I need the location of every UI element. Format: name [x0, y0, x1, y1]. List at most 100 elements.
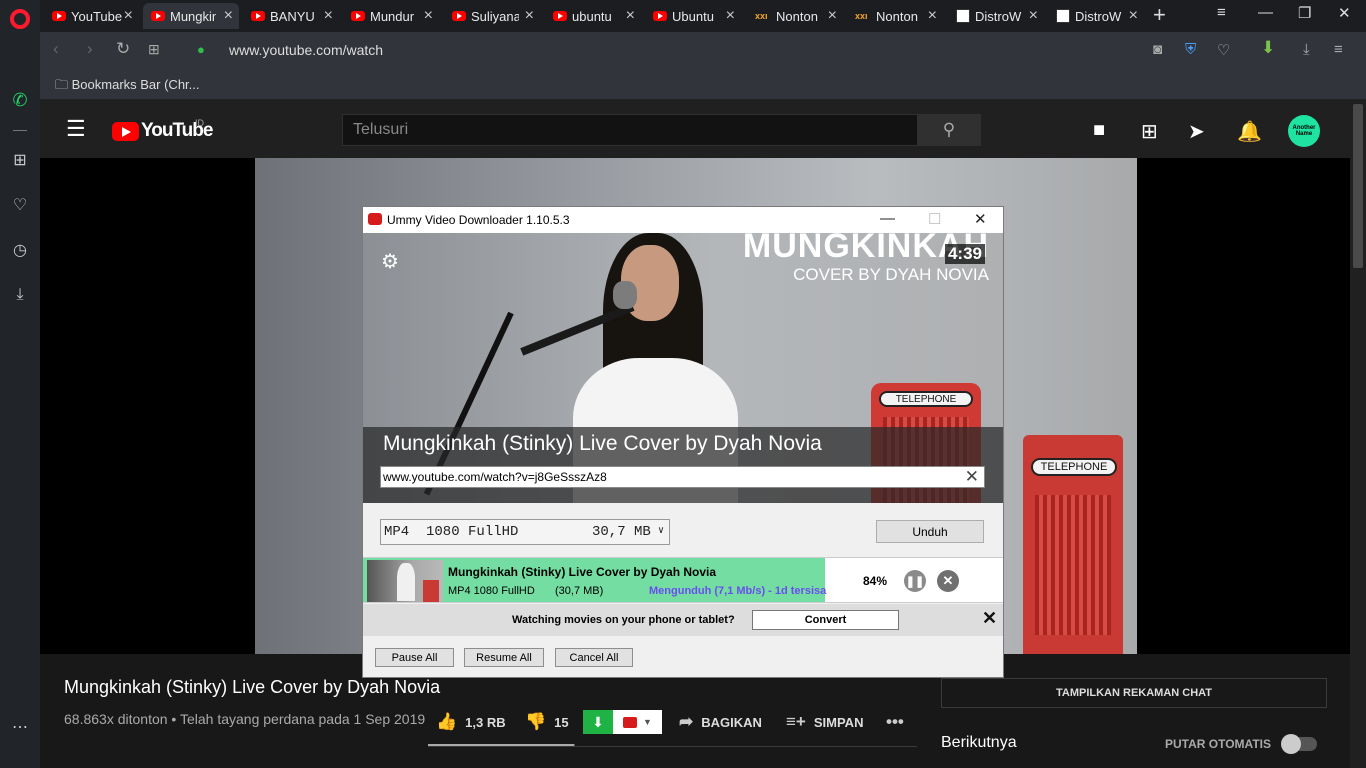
close-icon[interactable]: ×	[224, 7, 233, 25]
heart-icon[interactable]: ♡	[8, 193, 32, 217]
forward-icon[interactable]: ›	[87, 39, 93, 59]
close-icon[interactable]: ×	[1129, 7, 1138, 25]
page-scrollbar-thumb[interactable]	[1353, 104, 1363, 268]
show-chat-replay-button[interactable]: TAMPILKAN REKAMAN CHAT	[941, 678, 1327, 708]
resume-all-button[interactable]: Resume All	[464, 648, 544, 667]
settings-gear-icon[interactable]: ⚙	[381, 249, 399, 274]
ummy-download-button[interactable]: ⬇	[583, 710, 613, 734]
tab-mungkinkah[interactable]: Mungkin ×	[143, 3, 239, 29]
create-video-icon[interactable]: ■	[1093, 119, 1105, 142]
tab-nonton[interactable]: xxı Nonton ×	[747, 3, 843, 29]
speed-dial-icon[interactable]: ⊞	[8, 148, 32, 172]
close-icon[interactable]: ×	[928, 7, 937, 25]
downloads-icon[interactable]: ⤓	[1303, 41, 1310, 58]
youtube-icon	[553, 11, 567, 21]
youtube-icon	[351, 11, 365, 21]
url-input-value: www.youtube.com/watch?v=j8GeSsszAz8	[383, 470, 607, 484]
close-window-icon[interactable]: ✕	[1338, 4, 1351, 22]
promo-bar: Watching movies on your phone or tablet?…	[363, 604, 1003, 636]
close-icon[interactable]: ×	[424, 7, 433, 25]
reload-icon[interactable]: ↻	[116, 39, 130, 59]
convert-button[interactable]: Convert	[752, 610, 899, 630]
tab-mundur[interactable]: Mundur ×	[343, 3, 439, 29]
opera-logo[interactable]	[10, 9, 30, 29]
close-icon[interactable]: ×	[525, 7, 534, 25]
more-icon[interactable]: ⋯	[8, 715, 32, 739]
history-icon[interactable]: ◷	[8, 238, 32, 262]
chevron-down-icon: ∨	[657, 526, 664, 537]
like-ratio-fill	[428, 744, 574, 746]
restore-icon[interactable]: ❐	[1298, 4, 1311, 22]
dislike-button[interactable]: 👎 15	[525, 712, 569, 732]
messages-icon[interactable]: ➤	[1188, 119, 1205, 144]
close-icon[interactable]: ×	[324, 7, 333, 25]
back-icon[interactable]: ‹	[53, 39, 59, 59]
hamburger-menu-icon[interactable]: ☰	[66, 116, 86, 142]
close-icon[interactable]: ×	[626, 7, 635, 25]
url-input[interactable]: www.youtube.com/watch?v=j8GeSsszAz8 ✕	[380, 466, 985, 488]
url-field[interactable]: www.youtube.com/watch	[229, 42, 383, 58]
video-preview: TELEPHONE MUNGKINKAH 4:39 COVER BY DYAH …	[363, 233, 1003, 503]
extension-download-icon[interactable]: ⬇	[1261, 38, 1275, 58]
tab-ubuntu-2[interactable]: Ubuntu ×	[645, 3, 741, 29]
tab-label: Ubuntu	[672, 8, 714, 24]
autoplay-toggle[interactable]	[1281, 734, 1317, 754]
ummy-title-bar[interactable]: Ummy Video Downloader 1.10.5.3 — ☐ ✕	[363, 207, 1003, 233]
tabs-grid-icon[interactable]: ⊞	[148, 41, 160, 58]
tab-banyu[interactable]: BANYU L ×	[243, 3, 339, 29]
pause-all-button[interactable]: Pause All	[375, 648, 454, 667]
adblock-icon[interactable]: ⛨	[1185, 41, 1196, 58]
close-icon[interactable]: ×	[726, 7, 735, 25]
share-label: BAGIKAN	[701, 714, 762, 730]
youtube-logo-icon[interactable]	[112, 122, 139, 141]
heart-icon[interactable]: ♡	[1217, 41, 1230, 59]
format-select[interactable]: MP4 1080 FullHD 30,7 MB ∨	[380, 519, 670, 545]
close-icon[interactable]: ✕	[974, 210, 987, 228]
share-icon: ➦	[679, 712, 694, 731]
close-icon[interactable]: ×	[828, 7, 837, 25]
format-size: 30,7 MB	[592, 524, 651, 540]
download-button[interactable]: Unduh	[876, 520, 984, 543]
like-count: 1,3 RB	[465, 714, 506, 730]
search-input[interactable]	[343, 115, 917, 145]
tab-distrowatch[interactable]: DistroW ×	[948, 3, 1044, 29]
tab-ubuntu[interactable]: ubuntu ×	[545, 3, 641, 29]
cancel-download-button[interactable]: ✕	[937, 570, 959, 592]
more-actions-button[interactable]: •••	[886, 712, 904, 732]
like-button[interactable]: 👍 1,3 RB	[436, 712, 506, 732]
downloads-icon[interactable]: ⤓	[8, 283, 32, 307]
close-icon[interactable]: ×	[1029, 7, 1038, 25]
notifications-bell-icon[interactable]: 🔔	[1237, 119, 1262, 144]
tab-youtube[interactable]: YouTube ×	[44, 3, 139, 29]
tab-suliyana[interactable]: Suliyana ×	[444, 3, 540, 29]
telephone-label: TELEPHONE	[1031, 458, 1117, 476]
close-icon[interactable]: ×	[124, 7, 133, 25]
apps-grid-icon[interactable]: ⊞	[1141, 119, 1158, 144]
tab-nonton-2[interactable]: xxı Nonton ×	[847, 3, 943, 29]
save-button[interactable]: ≡+ SIMPAN	[786, 712, 863, 732]
camera-icon[interactable]: ◙	[1153, 41, 1162, 58]
preview-subtitle-overlay: COVER BY DYAH NOVIA	[793, 265, 989, 284]
menu-icon[interactable]: ≡	[1334, 41, 1343, 58]
tab-menu-icon[interactable]: ≡	[1217, 4, 1226, 21]
whatsapp-icon[interactable]: ✆	[8, 88, 32, 112]
tab-strip: YouTube × Mungkin × BANYU L × Mundur × S…	[40, 0, 1366, 32]
avatar[interactable]: Another Name	[1288, 115, 1320, 147]
minimize-icon[interactable]: —	[880, 210, 895, 227]
pause-download-button[interactable]: ❚❚	[904, 570, 926, 592]
close-icon: ✕	[942, 573, 954, 588]
minimize-icon[interactable]: —	[1258, 4, 1273, 21]
new-tab-button[interactable]: +	[1153, 2, 1166, 28]
close-promo-icon[interactable]: ✕	[982, 608, 997, 629]
clear-url-icon[interactable]: ✕	[965, 467, 979, 487]
maximize-icon[interactable]: ☐	[928, 210, 941, 228]
thumbs-down-icon: 👎	[525, 712, 547, 731]
lock-icon[interactable]: ●	[197, 42, 205, 57]
cancel-all-button[interactable]: Cancel All	[555, 648, 633, 667]
share-button[interactable]: ➦ BAGIKAN	[679, 712, 762, 732]
nonton-icon: xxı	[755, 11, 768, 21]
tab-distrowatch-2[interactable]: DistroW ×	[1048, 3, 1144, 29]
ummy-format-dropdown[interactable]: ▼	[613, 710, 662, 734]
bookmarks-bar-folder[interactable]: 🗀 Bookmarks Bar (Chr...	[55, 76, 200, 98]
search-button[interactable]: ⚲	[917, 114, 981, 146]
